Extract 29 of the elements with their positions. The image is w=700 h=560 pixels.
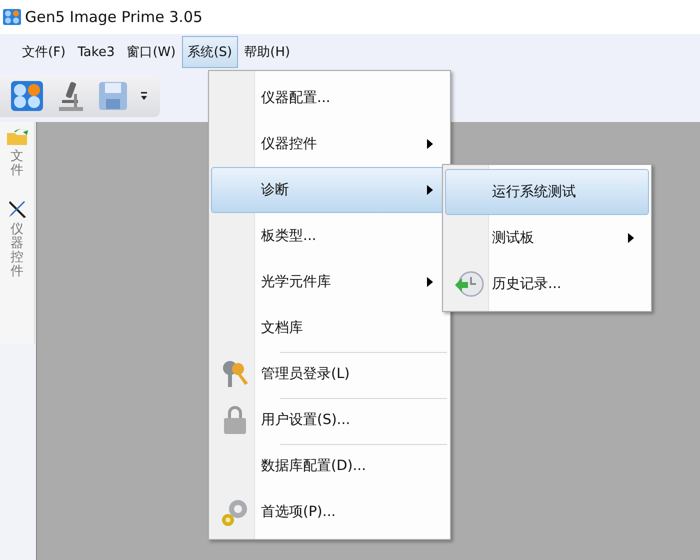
menu-entry[interactable]: 首选项(P)... <box>211 489 448 535</box>
gear-icon <box>220 497 250 527</box>
menu-item[interactable]: 系统(S) <box>182 36 238 68</box>
submenu-arrow-icon <box>427 185 433 195</box>
submenu-arrow-icon <box>427 139 433 149</box>
folder-icon[interactable] <box>6 126 28 146</box>
menu-entry[interactable]: 测试板 <box>445 215 649 261</box>
dock-tab[interactable]: 文件 <box>10 150 24 179</box>
overflow-icon[interactable] <box>140 91 148 101</box>
lock-icon <box>222 405 248 435</box>
app-logo-icon <box>3 9 21 25</box>
menu-entry[interactable]: 运行系统测试 <box>445 169 649 215</box>
submenu-arrow-icon <box>628 233 634 243</box>
menu-entry[interactable]: 文档库 <box>211 305 448 351</box>
submenu-arrow-icon <box>427 277 433 287</box>
menu-entry[interactable]: 历史记录... <box>445 261 649 307</box>
menu-item[interactable]: 窗口(W) <box>120 36 182 68</box>
plate-icon[interactable] <box>10 80 44 112</box>
key-icon <box>220 359 250 389</box>
microscope-icon[interactable] <box>56 80 86 112</box>
menu-item[interactable]: 文件(F) <box>16 36 72 68</box>
save-icon[interactable] <box>98 81 128 111</box>
menu-item[interactable]: Take3 <box>72 38 121 66</box>
menu-item[interactable]: 帮助(H) <box>238 36 296 68</box>
menu-entry[interactable]: 仪器控件 <box>211 121 448 167</box>
tools-icon[interactable] <box>7 198 27 219</box>
history-icon <box>454 269 484 299</box>
dock-tab[interactable]: 仪器控件 <box>10 222 24 280</box>
window-title: Gen5 Image Prime 3.05 <box>25 8 203 26</box>
